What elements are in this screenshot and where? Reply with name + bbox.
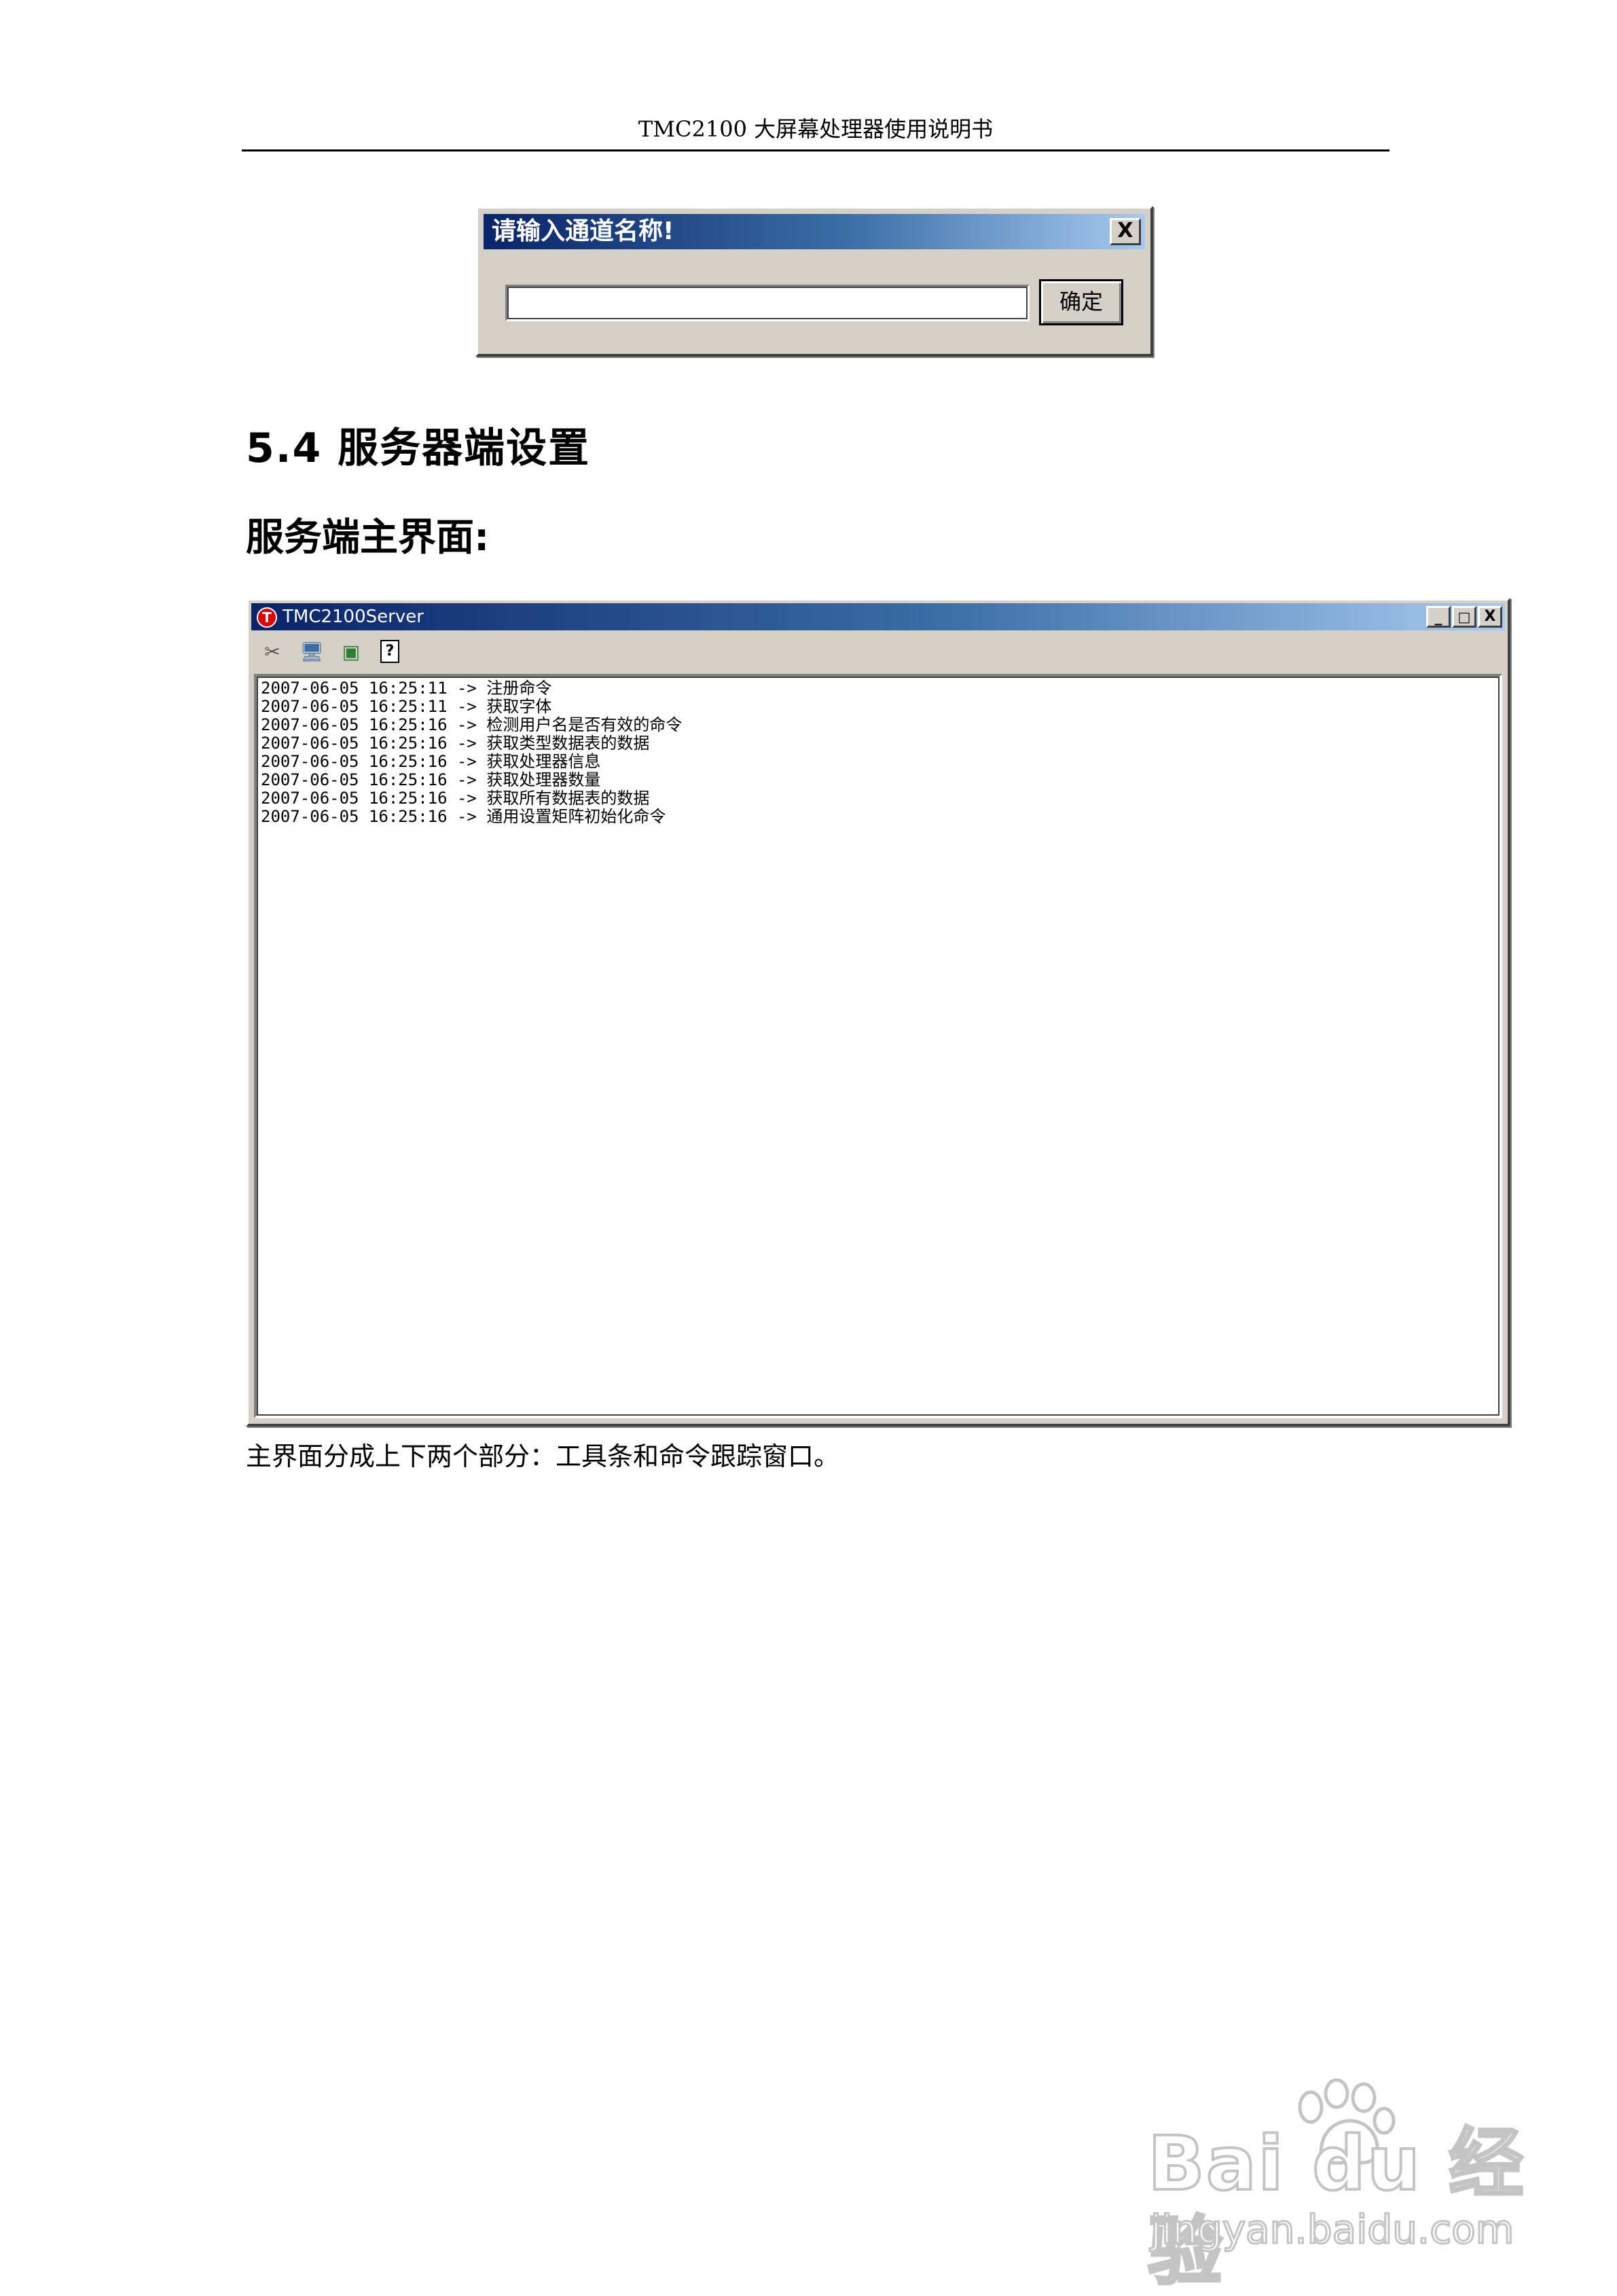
log-line: 2007-06-05 16:25:16 -> 检测用户名是否有效的命令	[261, 715, 683, 734]
log-line: 2007-06-05 16:25:16 -> 通用设置矩阵初始化命令	[261, 807, 666, 826]
log-line: 2007-06-05 16:25:16 -> 获取所有数据表的数据	[261, 789, 650, 808]
watermark-url: jingyan.baidu.com	[1149, 2206, 1514, 2253]
close-icon: X	[1117, 219, 1133, 243]
close-icon: X	[1484, 608, 1496, 625]
image-icon[interactable]: ▣	[338, 640, 364, 664]
close-button[interactable]: X	[1478, 606, 1502, 628]
log-line: 2007-06-05 16:25:11 -> 获取字体	[261, 697, 552, 716]
sub-heading: 服务端主界面:	[246, 516, 490, 560]
watermark: Bai du 经验 jingyan.baidu.com	[1146, 2079, 1528, 2296]
log-line: 2007-06-05 16:25:16 -> 获取处理器数量	[261, 770, 601, 789]
caption-text: 主界面分成上下两个部分：工具条和命令跟踪窗口。	[246, 1441, 840, 1471]
log-line: 2007-06-05 16:25:16 -> 获取类型数据表的数据	[261, 734, 650, 753]
dialog-title: 请输入通道名称!	[492, 217, 674, 245]
command-log[interactable]: 2007-06-05 16:25:11 -> 注册命令 2007-06-05 1…	[254, 674, 1502, 1418]
log-line: 2007-06-05 16:25:16 -> 获取处理器信息	[261, 752, 601, 771]
tools-icon[interactable]: ✂	[259, 640, 285, 664]
dialog-titlebar[interactable]: 请输入通道名称! X	[484, 214, 1145, 249]
minimize-icon: _	[1434, 609, 1442, 626]
page-header: TMC2100 大屏幕处理器使用说明书	[242, 114, 1389, 151]
toolbar: ✂ 🖥 ▣ ?	[254, 636, 1502, 668]
ok-button[interactable]: 确定	[1039, 279, 1123, 325]
help-icon[interactable]: ?	[380, 640, 399, 663]
log-line: 2007-06-05 16:25:11 -> 注册命令	[261, 679, 552, 698]
section-heading: 5.4 服务器端设置	[246, 425, 591, 472]
channel-name-dialog: 请输入通道名称! X 确定	[475, 206, 1153, 357]
maximize-button[interactable]: □	[1452, 606, 1476, 628]
server-window: T TMC2100Server _ □ X ✂ 🖥 ▣ ? 2007-06-05…	[246, 598, 1510, 1427]
maximize-icon: □	[1457, 609, 1471, 625]
minimize-button[interactable]: _	[1426, 606, 1451, 628]
app-logo-icon: T	[257, 607, 277, 628]
dialog-close-button[interactable]: X	[1110, 218, 1141, 245]
document-title: TMC2100 大屏幕处理器使用说明书	[638, 116, 994, 142]
server-titlebar[interactable]: T TMC2100Server _ □ X	[251, 603, 1505, 630]
network-icon[interactable]: 🖥	[299, 640, 325, 664]
server-window-title: TMC2100Server	[283, 607, 424, 627]
channel-name-input[interactable]	[505, 285, 1030, 321]
